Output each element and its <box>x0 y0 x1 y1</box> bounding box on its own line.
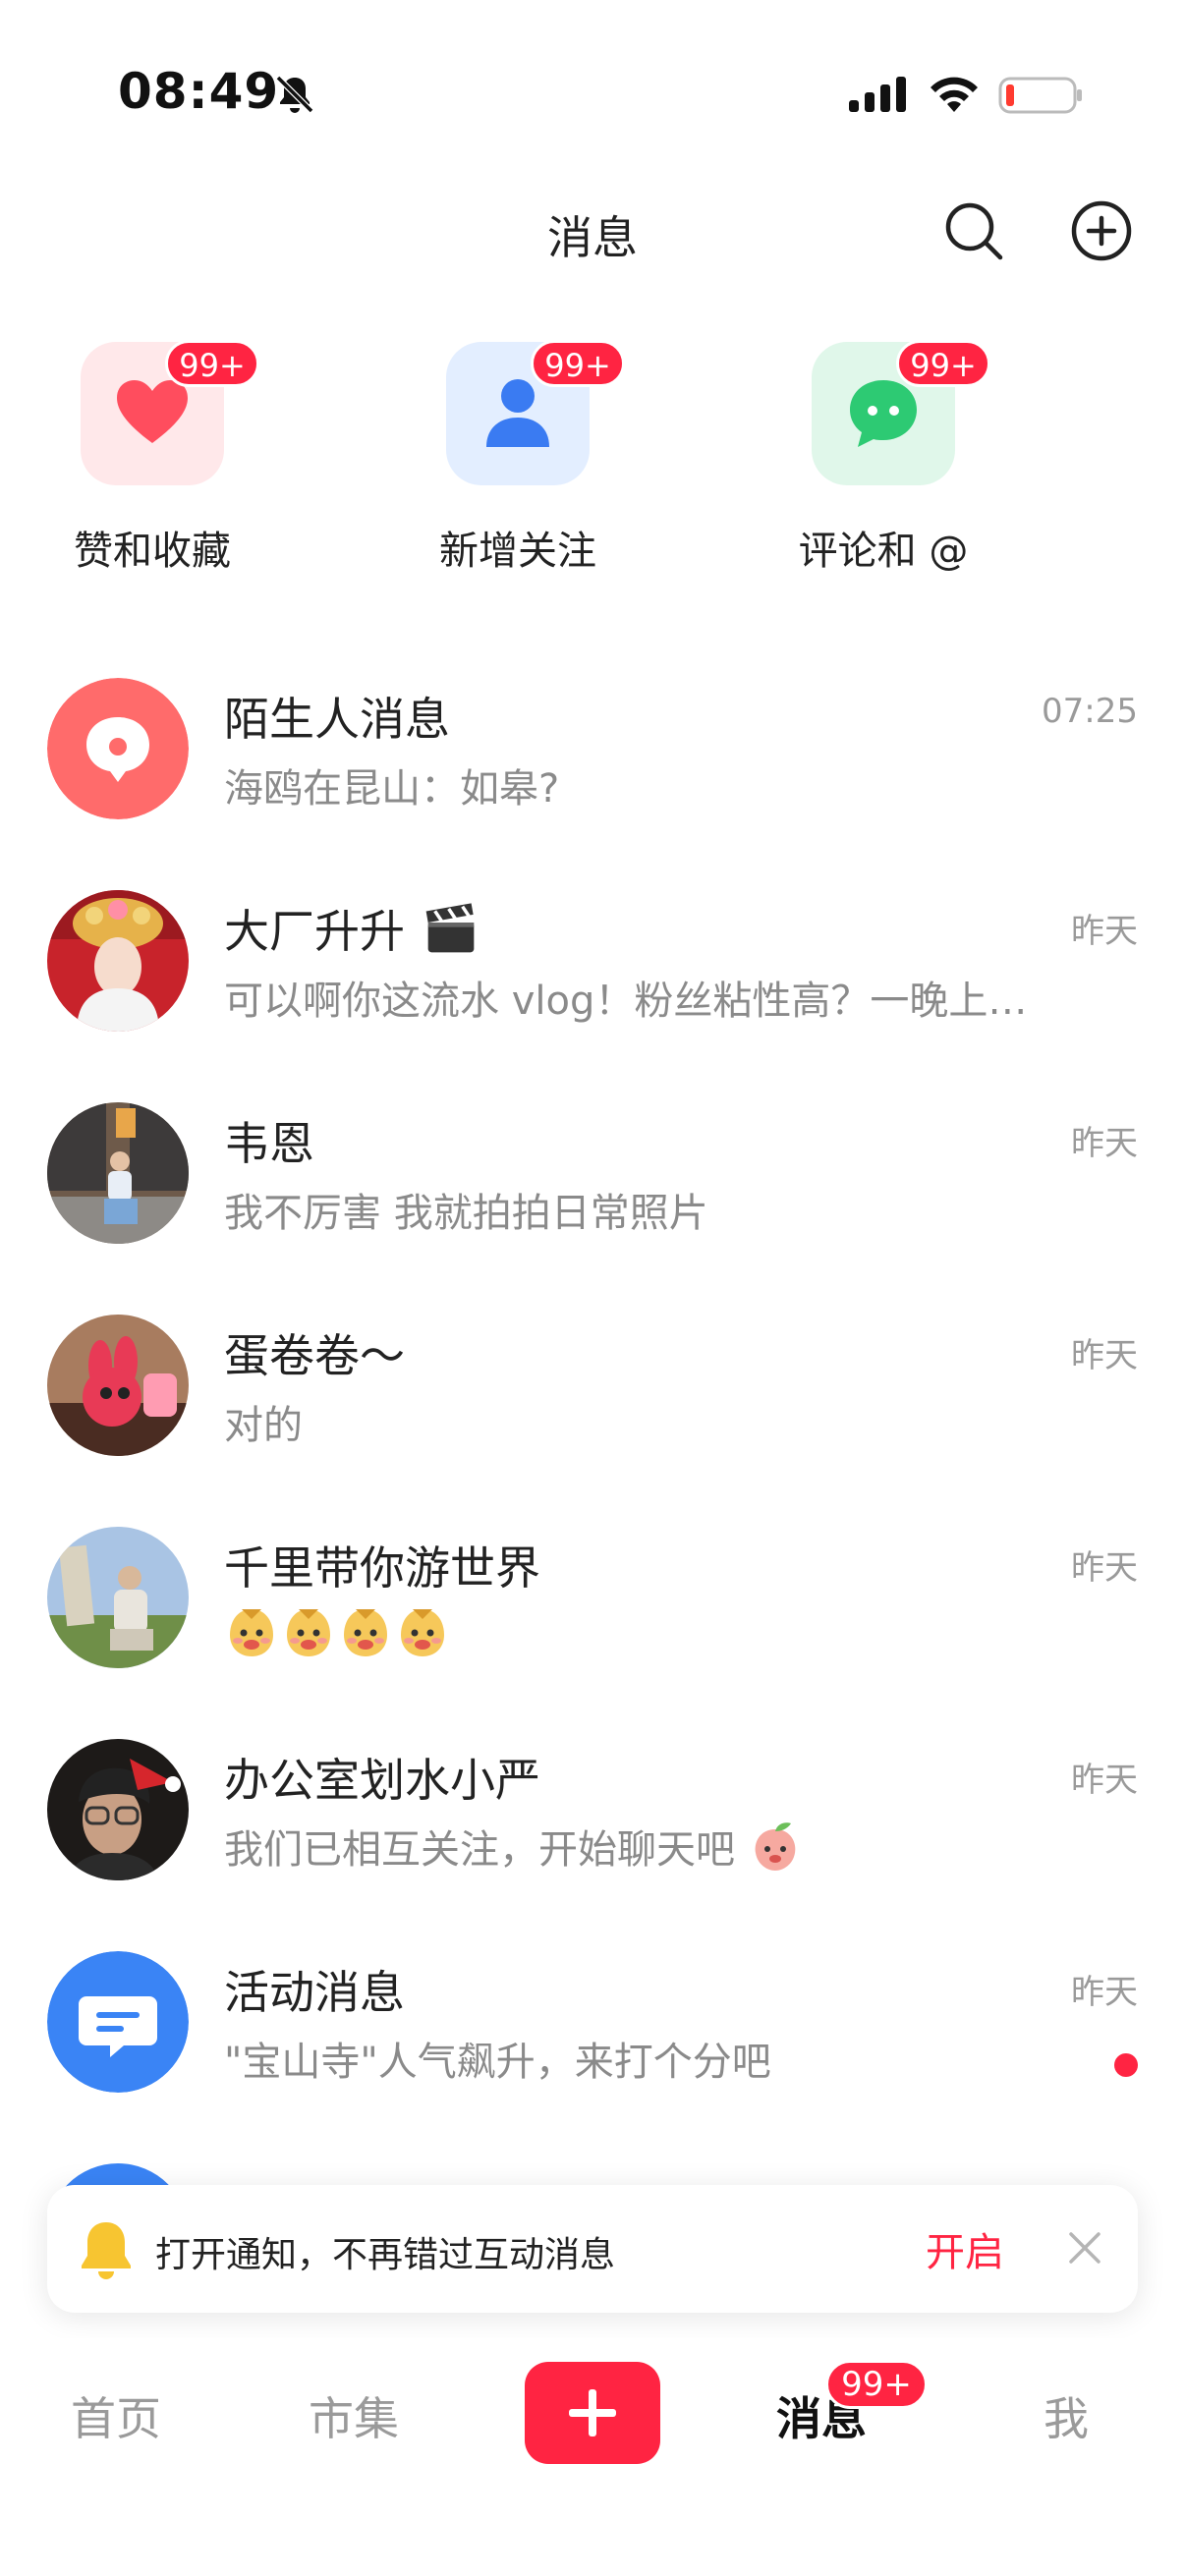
message-preview: 海鸥在昆山：如皋? <box>224 766 560 812</box>
heart-icon <box>117 380 188 443</box>
message-sender-name: 大厂升升 <box>224 896 479 961</box>
unread-dot <box>1114 2053 1138 2077</box>
bell-icon <box>82 2222 131 2279</box>
sticker-emoji <box>287 1609 330 1656</box>
avatar <box>47 890 189 1032</box>
message-preview: 对的 <box>224 1403 303 1448</box>
message-preview: 我们已相互关注，开始聊天吧 <box>224 1818 1128 1875</box>
list-item[interactable]: 蛋卷卷～ 昨天 对的 <box>0 1315 1185 1527</box>
signal-icon <box>849 77 906 112</box>
status-bar: 08:49 <box>0 0 1185 187</box>
likes-label: 赞和收藏 <box>74 529 231 574</box>
activity-message-icon <box>47 1951 189 2093</box>
bell-off-icon <box>275 75 314 114</box>
list-item[interactable]: 活动消息 昨天 "宝山寺"人气飙升，来打个分吧 <box>0 1951 1185 2163</box>
notification-banner: 打开通知，不再错过互动消息 开启 <box>47 2185 1138 2313</box>
message-preview <box>224 1605 1128 1660</box>
chat-bubble-icon <box>850 380 917 447</box>
list-item[interactable]: 千里带你游世界 昨天 <box>0 1527 1185 1739</box>
followers-badge: 99+ <box>531 340 625 387</box>
enable-notifications-button[interactable]: 开启 <box>926 2220 1004 2277</box>
avatar <box>47 1527 189 1668</box>
tab-market[interactable]: 市集 <box>309 2383 399 2448</box>
wifi-icon <box>931 77 978 112</box>
clapperboard-emoji <box>425 903 474 953</box>
list-item[interactable]: 陌生人消息 07:25 海鸥在昆山：如皋? <box>0 678 1185 890</box>
new-followers-entry[interactable]: 99+ 新增关注 <box>366 340 660 595</box>
comments-and-mentions-entry[interactable]: 99+ 评论和 @ <box>731 340 1026 595</box>
message-sender-name: 活动消息 <box>224 1966 405 2019</box>
message-preview: "宝山寺"人气飙升，来打个分吧 <box>224 2040 771 2085</box>
search-icon[interactable] <box>939 196 1008 265</box>
avatar <box>47 1315 189 1456</box>
sticker-emoji <box>344 1609 387 1656</box>
bottom-tab-bar: 首页 市集 消息 99+ 我 <box>0 2338 1185 2495</box>
message-list: 陌生人消息 07:25 海鸥在昆山：如皋? 大厂升升 昨天 可以啊你这流水 vl… <box>0 678 1185 2376</box>
message-time: 昨天 <box>1071 1548 1138 1588</box>
plus-icon <box>569 2389 616 2436</box>
list-item[interactable]: 韦恩 昨天 我不厉害 我就拍拍日常照片 <box>0 1102 1185 1315</box>
publish-button[interactable] <box>525 2362 660 2464</box>
battery-low-icon <box>998 77 1082 114</box>
sticker-emoji <box>401 1609 444 1656</box>
comments-label: 评论和 @ <box>798 529 969 574</box>
comments-badge: 99+ <box>896 340 990 387</box>
tab-me[interactable]: 我 <box>1044 2383 1089 2448</box>
likes-badge: 99+ <box>165 340 259 387</box>
notification-text: 打开通知，不再错过互动消息 <box>155 2235 616 2275</box>
message-preview: 我不厉害 我就拍拍日常照片 <box>224 1191 708 1236</box>
message-time: 昨天 <box>1071 912 1138 951</box>
stranger-message-icon <box>47 678 189 819</box>
avatar <box>47 1102 189 1244</box>
sticker-emoji <box>230 1609 273 1656</box>
list-item[interactable]: 办公室划水小严 昨天 我们已相互关注，开始聊天吧 <box>0 1739 1185 1951</box>
message-time: 昨天 <box>1071 1124 1138 1163</box>
message-sender-name: 千里带你游世界 <box>224 1541 540 1595</box>
message-time: 昨天 <box>1071 1761 1138 1800</box>
peach-sticker-emoji <box>755 1822 796 1871</box>
list-item[interactable]: 大厂升升 昨天 可以啊你这流水 vlog！粉丝粘性高？一晚上… <box>0 890 1185 1102</box>
message-time: 昨天 <box>1071 1973 1138 2012</box>
followers-label: 新增关注 <box>439 529 596 574</box>
message-time: 07:25 <box>1042 692 1138 731</box>
close-icon[interactable] <box>1063 2226 1106 2269</box>
avatar <box>47 1739 189 1880</box>
message-sender-name: 韦恩 <box>224 1117 314 1170</box>
person-icon <box>486 379 549 447</box>
tab-home[interactable]: 首页 <box>71 2383 161 2448</box>
message-sender-name: 办公室划水小严 <box>224 1754 540 1807</box>
message-sender-name: 蛋卷卷～ <box>224 1329 405 1382</box>
status-time: 08:49 <box>118 63 280 120</box>
messages-tab-badge: 99+ <box>825 2360 928 2409</box>
add-circle-icon[interactable] <box>1067 196 1136 265</box>
message-sender-name: 陌生人消息 <box>224 693 450 746</box>
message-time: 昨天 <box>1071 1336 1138 1375</box>
likes-and-collections-entry[interactable]: 99+ 赞和收藏 <box>0 340 295 595</box>
message-preview: 可以啊你这流水 vlog！粉丝粘性高？一晚上… <box>224 979 1028 1024</box>
